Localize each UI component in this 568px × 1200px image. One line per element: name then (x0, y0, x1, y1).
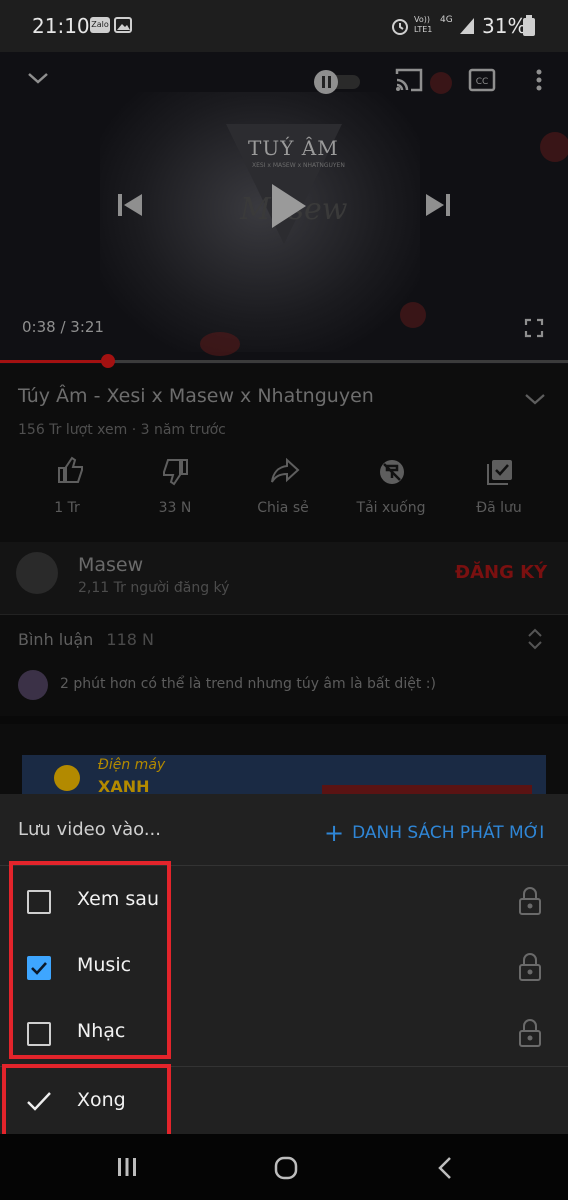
expand-description-icon[interactable] (524, 392, 546, 406)
video-meta: 156 Tr lượt xem · 3 năm trước (18, 422, 226, 438)
bokeh-light (540, 132, 568, 162)
comment-avatar (18, 670, 48, 700)
saved-button[interactable]: Đã lưu (454, 456, 544, 526)
dislike-icon (163, 459, 188, 486)
download-off-icon (380, 460, 404, 484)
battery-percent: 31% (482, 14, 527, 38)
new-playlist-button[interactable]: + DANH SÁCH PHÁT MỚI (324, 819, 544, 847)
bokeh-light (200, 332, 240, 356)
share-icon (271, 458, 300, 483)
lock-icon (519, 1019, 541, 1047)
cast-icon[interactable] (395, 68, 423, 92)
chevron-down-icon[interactable] (26, 70, 50, 86)
back-icon[interactable] (436, 1156, 454, 1180)
ad-brand-line1: Điện máy (98, 757, 166, 773)
sheet-title: Lưu video vào... (18, 819, 161, 840)
zalo-icon: Zalo (90, 17, 110, 33)
section-gap (0, 716, 568, 724)
battery-icon (523, 15, 535, 36)
like-button[interactable]: 1 Tr (22, 456, 112, 526)
gallery-icon (114, 17, 132, 33)
autoplay-toggle-icon[interactable] (312, 68, 362, 94)
like-count: 1 Tr (54, 500, 80, 516)
system-nav-bar (0, 1134, 568, 1200)
4g-icon: 4G (440, 15, 453, 25)
thumbnail-title: TUÝ ÂM (248, 136, 339, 160)
dislike-button[interactable]: 33 N (130, 456, 220, 526)
video-player[interactable]: TUÝ ÂM XESI x MASEW x NHATNGUYEN Masew C… (0, 52, 568, 364)
like-icon (58, 456, 83, 483)
download-label: Tải xuống (356, 500, 426, 516)
volte-line2: LTE1 (414, 25, 433, 34)
lock-icon (519, 887, 541, 915)
fullscreen-icon[interactable] (524, 318, 544, 338)
top-comment[interactable]: 2 phút hơn có thể là trend nhưng túy âm … (60, 676, 436, 692)
status-time: 21:10 (32, 14, 90, 38)
captions-icon[interactable]: CC (468, 68, 496, 92)
bokeh-light (400, 302, 426, 328)
volte-icon: Vo)) LTE1 (414, 15, 432, 35)
highlight-playlists (9, 861, 171, 1059)
expand-comments-icon[interactable] (526, 628, 544, 650)
share-button[interactable]: Chia sẻ (238, 456, 328, 526)
comments-header[interactable]: Bình luận 118 N (18, 630, 154, 649)
signal-icon (460, 18, 474, 34)
new-playlist-label: DANH SÁCH PHÁT MỚI (352, 823, 545, 843)
plus-icon: + (324, 819, 345, 847)
timecode: 0:38 / 3:21 (22, 318, 104, 336)
volte-line1: Vo)) (414, 15, 430, 24)
ad-brand-line2: XANH (98, 777, 150, 795)
more-icon[interactable] (534, 68, 544, 92)
play-icon[interactable] (268, 182, 308, 230)
channel-subscribers: 2,11 Tr người đăng ký (78, 580, 230, 596)
progress-fill (0, 360, 108, 363)
ad-banner[interactable]: Điện máy XANH (22, 755, 546, 795)
svg-text:CC: CC (476, 77, 489, 87)
comments-count: 118 N (106, 630, 155, 649)
home-icon[interactable] (273, 1155, 299, 1181)
thumbnail-subtitle: XESI x MASEW x NHATNGUYEN (252, 162, 345, 169)
divider (0, 614, 568, 615)
subscribe-button[interactable]: ĐĂNG KÝ (455, 562, 547, 583)
saved-label: Đã lưu (476, 500, 522, 516)
next-icon[interactable] (424, 192, 452, 218)
previous-icon[interactable] (116, 192, 144, 218)
highlight-done (2, 1064, 171, 1138)
share-label: Chia sẻ (257, 500, 309, 516)
status-bar: 21:10 Zalo Vo)) LTE1 4G 31% (0, 0, 568, 52)
progress-scrubber[interactable] (100, 354, 115, 368)
alarm-icon (392, 19, 408, 35)
channel-avatar[interactable] (16, 552, 58, 594)
dislike-count: 33 N (158, 500, 192, 516)
video-title[interactable]: Túy Âm - Xesi x Masew x Nhatnguyen (18, 385, 374, 407)
bokeh-light (430, 72, 452, 94)
recent-apps-icon[interactable] (116, 1156, 138, 1178)
brand-logo-icon (54, 765, 80, 791)
channel-name[interactable]: Masew (78, 554, 143, 576)
comments-label: Bình luận (18, 630, 94, 649)
saved-icon (487, 460, 512, 485)
lock-icon (519, 953, 541, 981)
download-button[interactable]: Tải xuống (346, 456, 436, 526)
